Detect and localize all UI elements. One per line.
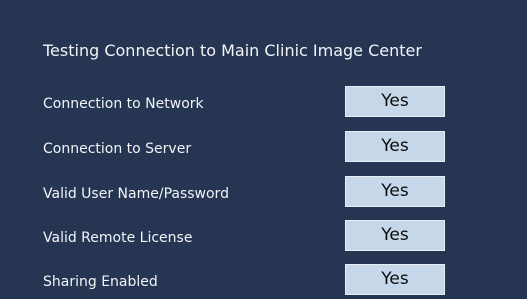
check-status-value: Yes <box>345 86 445 117</box>
check-status-value: Yes <box>345 131 445 162</box>
check-label: Connection to Network <box>43 96 204 112</box>
check-row-license: Valid Remote License Yes <box>0 220 527 254</box>
check-row-server: Connection to Server Yes <box>0 131 527 165</box>
check-label: Connection to Server <box>43 141 192 157</box>
connection-test-panel: Testing Connection to Main Clinic Image … <box>0 0 527 299</box>
check-status-value: Yes <box>345 220 445 251</box>
check-label: Valid User Name/Password <box>43 186 229 202</box>
check-row-sharing: Sharing Enabled Yes <box>0 264 527 298</box>
check-row-credentials: Valid User Name/Password Yes <box>0 176 527 210</box>
check-status-value: Yes <box>345 176 445 207</box>
panel-title: Testing Connection to Main Clinic Image … <box>43 41 422 60</box>
check-row-network: Connection to Network Yes <box>0 86 527 120</box>
check-label: Valid Remote License <box>43 230 193 246</box>
check-status-value: Yes <box>345 264 445 295</box>
check-label: Sharing Enabled <box>43 274 158 290</box>
